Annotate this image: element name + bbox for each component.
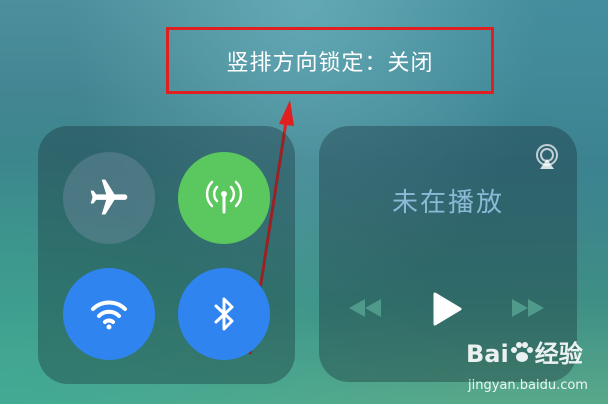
watermark-url: jingyan.baidu.com (468, 378, 588, 393)
rewind-icon (349, 299, 381, 317)
now-playing-status: 未在播放 (391, 188, 504, 218)
watermark-brand-suffix: 经验 (534, 340, 583, 368)
play-button[interactable] (430, 290, 464, 328)
wifi-toggle[interactable] (63, 268, 155, 360)
connectivity-panel (38, 126, 295, 384)
cellular-data-toggle[interactable] (178, 152, 270, 244)
rewind-button[interactable] (347, 296, 383, 320)
airplane-mode-toggle[interactable] (63, 152, 155, 244)
airplay-button[interactable] (533, 143, 561, 175)
play-icon (433, 292, 462, 326)
bluetooth-toggle[interactable] (178, 268, 270, 360)
watermark-brand: Bai 经验 (466, 334, 583, 369)
wifi-icon (91, 300, 127, 330)
airplay-icon (536, 144, 558, 169)
airplane-icon (90, 179, 128, 215)
fast-forward-button[interactable] (510, 296, 546, 320)
baidu-jingyan-watermark: Bai 经验 jingyan.baidu.com (466, 334, 606, 400)
bluetooth-icon (214, 297, 234, 331)
watermark-brand-text: Bai (466, 340, 509, 368)
paw-icon (510, 342, 533, 362)
fast-forward-icon (512, 299, 544, 317)
cellular-antenna-icon (205, 180, 243, 214)
